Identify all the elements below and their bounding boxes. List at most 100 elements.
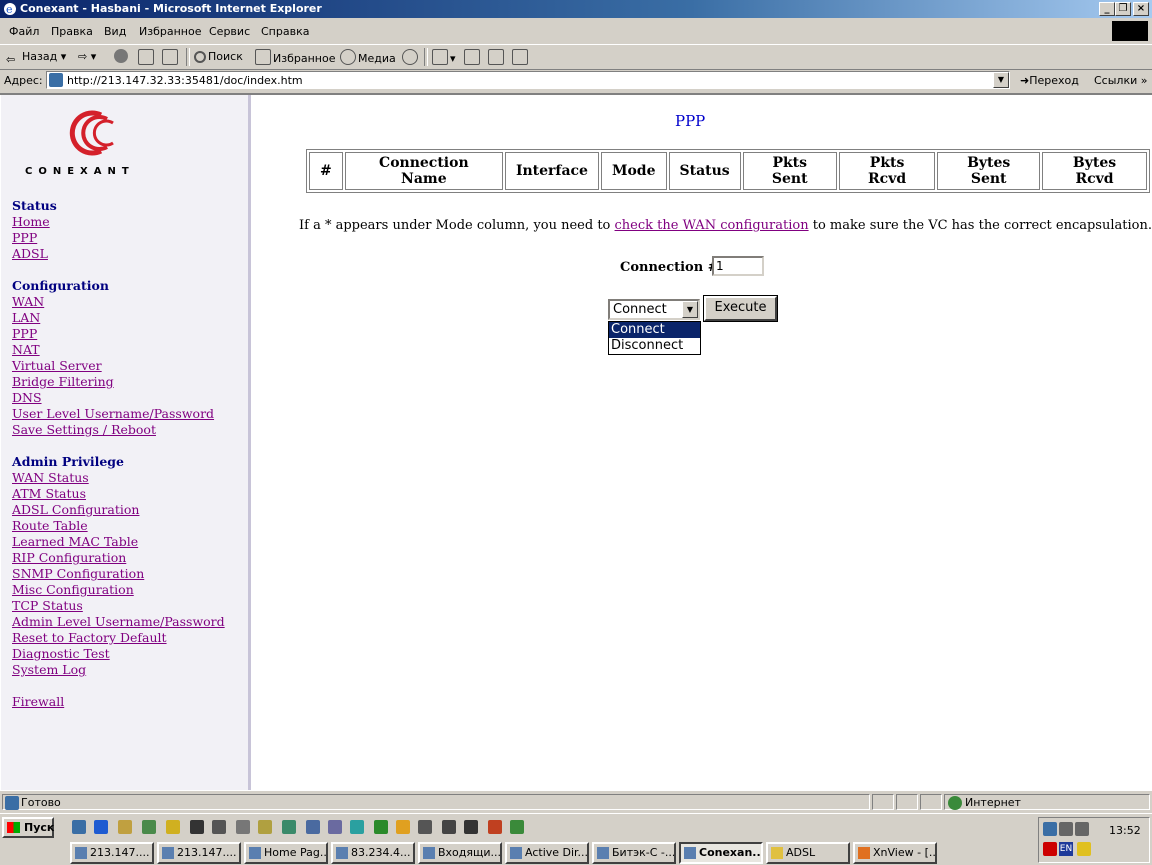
taskbar-item[interactable]: 213.147.... [70, 842, 154, 864]
taskbar-item[interactable]: 83.234.4... [331, 842, 415, 864]
network-icon[interactable] [1075, 822, 1089, 836]
quicklaunch-icon[interactable] [236, 820, 250, 834]
menu-favorites[interactable]: Избранное [139, 25, 201, 38]
antivirus-icon[interactable] [1043, 842, 1057, 856]
nav-link-adsl[interactable]: ADSL [12, 246, 48, 261]
quicklaunch-icon[interactable] [510, 820, 524, 834]
option-disconnect[interactable]: Disconnect [609, 338, 700, 354]
nav-link-bridge-filtering[interactable]: Bridge Filtering [12, 374, 114, 389]
quicklaunch-icon[interactable] [350, 820, 364, 834]
mail-button[interactable]: ▾ [432, 49, 456, 65]
nav-link-save-reboot[interactable]: Save Settings / Reboot [12, 422, 156, 437]
quicklaunch-icon[interactable] [418, 820, 432, 834]
menu-view[interactable]: Вид [104, 25, 126, 38]
close-button[interactable]: × [1133, 2, 1149, 16]
quicklaunch-icon[interactable] [166, 820, 180, 834]
nav-link-factory-reset[interactable]: Reset to Factory Default [12, 630, 167, 645]
quicklaunch-icon[interactable] [488, 820, 502, 834]
quicklaunch-icon[interactable] [282, 820, 296, 834]
quicklaunch-icon[interactable] [258, 820, 272, 834]
discuss-button[interactable] [512, 49, 530, 65]
nav-link-diagnostic-test[interactable]: Diagnostic Test [12, 646, 110, 661]
menu-help[interactable]: Справка [261, 25, 309, 38]
taskbar-item[interactable]: Битэк-С -... [592, 842, 676, 864]
taskbar-item[interactable]: ADSL [766, 842, 850, 864]
stop-button[interactable] [114, 49, 130, 65]
menu-tools[interactable]: Сервис [209, 25, 250, 38]
taskbar-item[interactable]: XnView - [... [853, 842, 937, 864]
taskbar: Пуск 213.147.... 213.147.... Home Pag...… [0, 813, 1152, 865]
chevron-down-icon[interactable]: ▼ [682, 301, 698, 318]
menu-file[interactable]: Файл [9, 25, 39, 38]
quicklaunch-icon[interactable] [442, 820, 456, 834]
nav-link-dns[interactable]: DNS [12, 390, 42, 405]
quicklaunch-icon[interactable] [118, 820, 132, 834]
nav-link-snmp-configuration[interactable]: SNMP Configuration [12, 566, 144, 581]
quicklaunch-icon[interactable] [464, 820, 478, 834]
nav-link-wan[interactable]: WAN [12, 294, 44, 309]
taskbar-item[interactable]: Home Pag... [244, 842, 328, 864]
go-button[interactable]: ➜Переход [1020, 74, 1079, 87]
favorites-button[interactable]: Избранное [255, 49, 335, 65]
taskbar-item[interactable]: 213.147.... [157, 842, 241, 864]
minimize-button[interactable]: _ [1099, 2, 1115, 16]
status-text-box: Готово [2, 794, 870, 810]
nav-link-wan-status[interactable]: WAN Status [12, 470, 89, 485]
action-select[interactable]: Connect ▼ [608, 299, 700, 320]
quicklaunch-icon[interactable] [72, 820, 86, 834]
nav-link-ppp[interactable]: PPP [12, 326, 37, 341]
start-button[interactable]: Пуск [2, 817, 54, 838]
taskbar-item[interactable]: Входящи... [418, 842, 502, 864]
print-button[interactable] [464, 49, 482, 65]
quicklaunch-icon[interactable] [142, 820, 156, 834]
tray-icon[interactable] [1043, 822, 1057, 836]
start-label: Пуск [24, 821, 55, 834]
quicklaunch-icon[interactable] [212, 820, 226, 834]
quicklaunch-icon[interactable] [190, 820, 204, 834]
quicklaunch-icon[interactable] [328, 820, 342, 834]
execute-button[interactable]: Execute [703, 295, 778, 322]
nav-link-admin-password[interactable]: Admin Level Username/Password [12, 614, 225, 629]
taskbar-item-active[interactable]: Conexan... [679, 842, 763, 864]
nav-link-firewall[interactable]: Firewall [12, 694, 64, 709]
network-icon[interactable] [1059, 822, 1073, 836]
nav-link-rip-configuration[interactable]: RIP Configuration [12, 550, 126, 565]
nav-link-virtual-server[interactable]: Virtual Server [12, 358, 102, 373]
address-dropdown-button[interactable]: ▼ [993, 72, 1009, 88]
media-button[interactable]: Медиа [340, 49, 396, 65]
address-input[interactable]: http://213.147.32.33:35481/doc/index.htm… [46, 71, 1010, 89]
home-button[interactable] [162, 49, 180, 65]
nav-link-lan[interactable]: LAN [12, 310, 40, 325]
quicklaunch-icon[interactable] [306, 820, 320, 834]
option-connect[interactable]: Connect [609, 322, 700, 338]
search-button[interactable]: Поиск [194, 49, 243, 65]
nav-link-route-table[interactable]: Route Table [12, 518, 88, 533]
tray-icon[interactable] [1077, 842, 1091, 856]
nav-link-adsl-configuration[interactable]: ADSL Configuration [12, 502, 139, 517]
nav-link-misc-configuration[interactable]: Misc Configuration [12, 582, 134, 597]
quicklaunch-icon[interactable] [94, 820, 108, 834]
menu-edit[interactable]: Правка [51, 25, 93, 38]
back-button[interactable]: ⇦ Назад ▾ [6, 49, 66, 66]
refresh-button[interactable] [138, 49, 156, 65]
maximize-button[interactable]: ❐ [1115, 2, 1131, 16]
forward-button[interactable]: ⇨ ▾ [78, 49, 96, 65]
status-text: Готово [21, 796, 61, 809]
wan-config-link[interactable]: check the WAN configuration [615, 218, 809, 233]
nav-link-mac-table[interactable]: Learned MAC Table [12, 534, 138, 549]
nav-link-home[interactable]: Home [12, 214, 50, 229]
history-button[interactable] [402, 49, 420, 65]
quicklaunch-icon[interactable] [396, 820, 410, 834]
language-indicator[interactable]: EN [1059, 842, 1073, 856]
quicklaunch-icon[interactable] [374, 820, 388, 834]
nav-link-nat[interactable]: NAT [12, 342, 40, 357]
taskbar-item[interactable]: Active Dir... [505, 842, 589, 864]
nav-link-ppp-status[interactable]: PPP [12, 230, 37, 245]
nav-link-system-log[interactable]: System Log [12, 662, 86, 677]
links-button[interactable]: Ссылки » [1094, 74, 1147, 87]
edit-button[interactable] [488, 49, 506, 65]
nav-link-atm-status[interactable]: ATM Status [12, 486, 86, 501]
nav-link-tcp-status[interactable]: TCP Status [12, 598, 83, 613]
nav-link-user-password[interactable]: User Level Username/Password [12, 406, 214, 421]
connection-number-input[interactable]: 1 [712, 256, 764, 276]
